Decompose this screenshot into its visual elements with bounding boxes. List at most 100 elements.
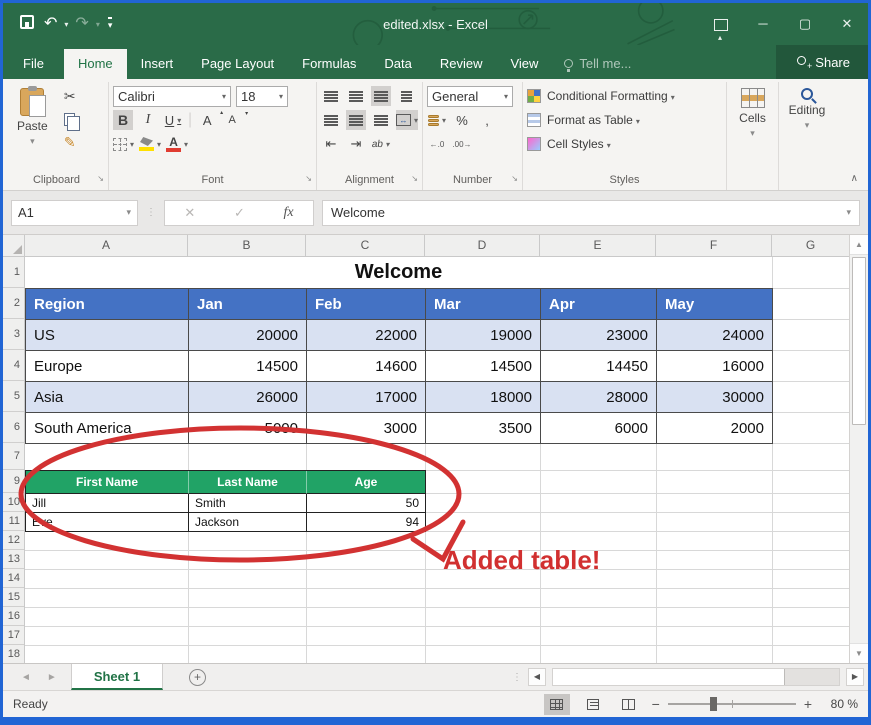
italic-button[interactable]: I bbox=[138, 110, 158, 130]
cancel-button[interactable]: ✕ bbox=[184, 205, 195, 221]
horizontal-scroll-thumb[interactable] bbox=[553, 669, 785, 685]
format-as-table-button[interactable]: Format as Table bbox=[527, 108, 722, 132]
ribbon-display-options-button[interactable] bbox=[700, 3, 742, 45]
new-sheet-button[interactable]: + bbox=[189, 669, 206, 686]
tab-page-layout[interactable]: Page Layout bbox=[187, 49, 288, 79]
cell[interactable]: South America bbox=[26, 413, 189, 444]
column-header-b[interactable]: B bbox=[188, 235, 306, 256]
align-center-button[interactable] bbox=[346, 110, 366, 130]
column-header-a[interactable]: A bbox=[25, 235, 188, 256]
font-size-select[interactable]: 18 bbox=[236, 86, 288, 107]
cell[interactable]: 26000 bbox=[189, 382, 307, 413]
copy-button[interactable] bbox=[60, 109, 80, 129]
align-middle-button[interactable] bbox=[346, 86, 366, 106]
format-painter-button[interactable]: ✎ bbox=[60, 132, 80, 152]
cell[interactable]: 2000 bbox=[657, 413, 773, 444]
cell[interactable]: 14500 bbox=[426, 351, 541, 382]
tell-me-box[interactable]: Tell me... bbox=[552, 49, 643, 79]
cell[interactable]: First Name bbox=[26, 471, 189, 494]
vertical-scrollbar[interactable]: ▲ ▼ bbox=[849, 235, 868, 663]
cell[interactable]: Jackson bbox=[189, 513, 307, 532]
cell[interactable]: Asia bbox=[26, 382, 189, 413]
column-header-e[interactable]: E bbox=[540, 235, 656, 256]
tab-insert[interactable]: Insert bbox=[127, 49, 188, 79]
paste-button[interactable]: Paste ▾ bbox=[9, 84, 56, 152]
cell[interactable]: 50 bbox=[307, 494, 426, 513]
font-family-select[interactable]: Calibri bbox=[113, 86, 231, 107]
row-header[interactable]: 7 bbox=[3, 443, 24, 470]
cell[interactable]: Europe bbox=[26, 351, 189, 382]
cell[interactable]: 22000 bbox=[307, 320, 426, 351]
decrease-decimal-button[interactable]: .00→ bbox=[452, 134, 472, 154]
zoom-track[interactable] bbox=[668, 703, 796, 705]
increase-decimal-button[interactable]: ←.0 bbox=[427, 134, 447, 154]
alignment-dialog-launcher[interactable]: ↘ bbox=[411, 171, 418, 187]
insert-function-button[interactable]: fx bbox=[284, 205, 294, 221]
row-header[interactable]: 9 bbox=[3, 470, 24, 493]
cell[interactable]: Mar bbox=[426, 289, 541, 320]
font-color-button[interactable]: A bbox=[166, 134, 188, 154]
merge-center-button[interactable]: ↔ bbox=[396, 110, 418, 130]
share-button[interactable]: Share bbox=[776, 45, 868, 79]
increase-indent-button[interactable]: ⇥ bbox=[346, 134, 366, 154]
accounting-format-button[interactable] bbox=[427, 110, 447, 130]
tab-review[interactable]: Review bbox=[426, 49, 497, 79]
row-header[interactable]: 5 bbox=[3, 381, 24, 412]
formula-input[interactable]: Welcome ▾ bbox=[322, 200, 860, 226]
cell[interactable]: Age bbox=[307, 471, 426, 494]
cells-button[interactable]: Cells ▾ bbox=[731, 84, 774, 139]
zoom-percentage[interactable]: 80 % bbox=[822, 697, 858, 711]
row-header[interactable]: 13 bbox=[3, 550, 24, 569]
conditional-formatting-button[interactable]: Conditional Formatting bbox=[527, 84, 722, 108]
bold-button[interactable]: B bbox=[113, 110, 133, 130]
page-layout-view-button[interactable] bbox=[580, 694, 606, 715]
decrease-indent-button[interactable]: ⇤ bbox=[321, 134, 341, 154]
percent-style-button[interactable]: % bbox=[452, 110, 472, 130]
formula-bar-drag-handle[interactable]: ⋮ bbox=[146, 209, 156, 216]
row-header[interactable]: 18 bbox=[3, 645, 24, 663]
enter-button[interactable]: ✓ bbox=[234, 205, 245, 221]
row-header[interactable]: 15 bbox=[3, 588, 24, 607]
tab-split-handle[interactable]: ⋮ bbox=[512, 674, 522, 681]
align-top-button[interactable] bbox=[321, 86, 341, 106]
cell[interactable]: 16000 bbox=[657, 351, 773, 382]
cell[interactable]: 3000 bbox=[307, 413, 426, 444]
row-header[interactable]: 17 bbox=[3, 626, 24, 645]
column-header-c[interactable]: C bbox=[306, 235, 425, 256]
cut-button[interactable]: ✂ bbox=[60, 86, 80, 106]
row-header[interactable]: 2 bbox=[3, 288, 24, 319]
minimize-button[interactable]: ─ bbox=[742, 3, 784, 45]
borders-button[interactable] bbox=[113, 134, 134, 154]
cell[interactable]: Last Name bbox=[189, 471, 307, 494]
row-header[interactable]: 16 bbox=[3, 607, 24, 626]
collapse-ribbon-button[interactable]: ∧ bbox=[851, 173, 858, 184]
align-right-button[interactable] bbox=[371, 110, 391, 130]
cell[interactable]: 17000 bbox=[307, 382, 426, 413]
cell[interactable]: Jill bbox=[26, 494, 189, 513]
font-dialog-launcher[interactable]: ↘ bbox=[305, 171, 312, 187]
number-dialog-launcher[interactable]: ↘ bbox=[511, 171, 518, 187]
cell[interactable]: 20000 bbox=[189, 320, 307, 351]
name-box-dropdown-icon[interactable]: ▾ bbox=[126, 207, 131, 218]
select-all-button[interactable] bbox=[3, 235, 25, 256]
cell[interactable]: 14500 bbox=[189, 351, 307, 382]
cell-styles-button[interactable]: Cell Styles bbox=[527, 132, 722, 156]
scroll-down-button[interactable]: ▼ bbox=[850, 643, 868, 663]
orientation-button[interactable]: ab bbox=[370, 134, 393, 154]
cell[interactable]: US bbox=[26, 320, 189, 351]
column-header-d[interactable]: D bbox=[425, 235, 540, 256]
paste-dropdown-icon[interactable]: ▾ bbox=[30, 136, 35, 147]
scroll-up-button[interactable]: ▲ bbox=[850, 235, 868, 255]
cell[interactable]: 18000 bbox=[426, 382, 541, 413]
cell[interactable]: Apr bbox=[541, 289, 657, 320]
horizontal-scroll-track[interactable] bbox=[552, 668, 840, 686]
zoom-in-button[interactable]: + bbox=[804, 696, 812, 712]
column-header-f[interactable]: F bbox=[656, 235, 772, 256]
cell[interactable]: 19000 bbox=[426, 320, 541, 351]
tab-file[interactable]: File bbox=[3, 49, 64, 79]
cell[interactable]: 24000 bbox=[657, 320, 773, 351]
cell[interactable]: 5000 bbox=[189, 413, 307, 444]
cell[interactable]: 14600 bbox=[307, 351, 426, 382]
number-format-select[interactable]: General bbox=[427, 86, 513, 107]
name-box[interactable]: A1 ▾ bbox=[11, 200, 138, 226]
